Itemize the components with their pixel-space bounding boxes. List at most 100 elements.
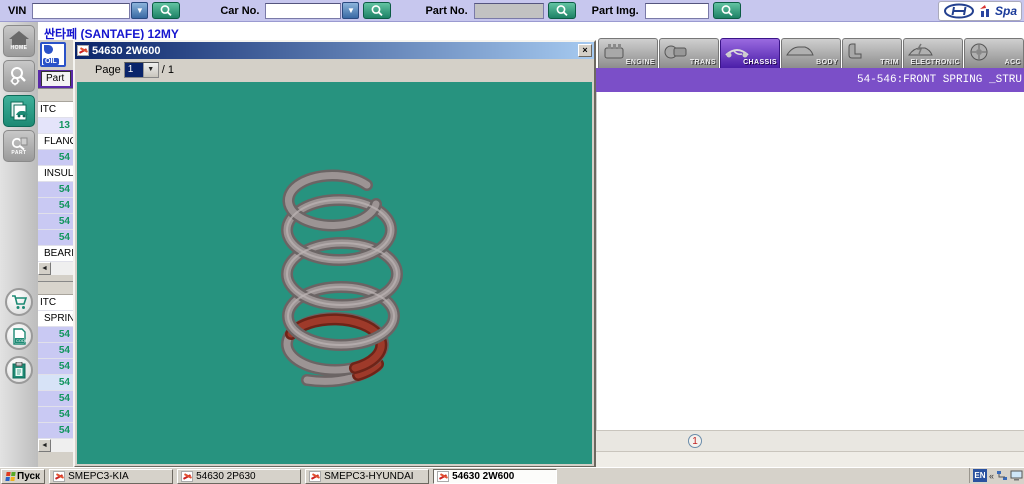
tab-chassis[interactable]: CHASSIS bbox=[720, 38, 780, 68]
horizontal-scrollbar[interactable]: ◄ bbox=[38, 262, 74, 275]
table-row[interactable]: 54 bbox=[38, 391, 74, 407]
right-content-area bbox=[596, 92, 1024, 430]
table-row[interactable]: 54 bbox=[38, 150, 74, 166]
taskbar-task-54630-2p630[interactable]: 54630 2P630 bbox=[177, 469, 301, 484]
home-icon bbox=[9, 31, 29, 45]
parts-panel: OIL Part ITC 13 FLANGE 54 INSUL. 54 54 5… bbox=[38, 40, 74, 467]
tray-collapse-button[interactable]: « bbox=[989, 471, 994, 481]
top-toolbar: VIN ▼ Car No. ▼ Part No. Part Img. bbox=[0, 0, 1024, 22]
table-row[interactable]: 54 bbox=[38, 359, 74, 375]
table-row[interactable]: ITC bbox=[38, 102, 74, 118]
monitor-icon[interactable] bbox=[1010, 470, 1023, 481]
table-row[interactable]: 13 bbox=[38, 118, 74, 134]
oil-icon[interactable]: OIL bbox=[40, 42, 66, 67]
vin-search-button[interactable] bbox=[152, 2, 180, 19]
task-label: SMEPC3-HYUNDAI bbox=[324, 471, 413, 482]
table-row[interactable]: 54 bbox=[38, 198, 74, 214]
page-select[interactable]: 1 ▼ bbox=[124, 62, 159, 78]
table-row[interactable]: FLANGE bbox=[38, 134, 74, 150]
language-indicator[interactable]: EN bbox=[973, 469, 987, 482]
table-row[interactable]: BEARING bbox=[38, 246, 74, 262]
chevron-down-icon[interactable]: ▼ bbox=[143, 63, 158, 77]
epc-logo-icon bbox=[53, 471, 65, 482]
table-row[interactable]: SPRING bbox=[38, 311, 74, 327]
tab-body[interactable]: BODY bbox=[781, 38, 841, 68]
page-indicator-badge[interactable]: 1 bbox=[688, 434, 702, 448]
taskbar-task-smepc3-hyundai[interactable]: SMEPC3-HYUNDAI bbox=[305, 469, 429, 484]
category-tabs: ENGINE TRANS CHASSIS BODY bbox=[598, 38, 1024, 68]
car-no-input[interactable] bbox=[265, 3, 341, 19]
home-button-label: HOME bbox=[11, 45, 28, 51]
epc-logo-icon bbox=[181, 471, 193, 482]
tab-trans[interactable]: TRANS bbox=[659, 38, 719, 68]
cart-icon bbox=[11, 295, 28, 310]
vin-input[interactable] bbox=[32, 3, 130, 19]
part-no-label: Part No. bbox=[425, 5, 467, 17]
horizontal-scrollbar[interactable]: ◄ bbox=[38, 439, 74, 452]
start-button[interactable]: Пуск bbox=[1, 469, 45, 484]
search-icon bbox=[720, 4, 734, 17]
cart-button[interactable] bbox=[5, 288, 33, 316]
taskbar-task-54630-2w600[interactable]: 54630 2W600 bbox=[433, 469, 557, 484]
table-row[interactable]: 54 bbox=[38, 327, 74, 343]
table-row[interactable]: ITC bbox=[38, 295, 74, 311]
engine-icon bbox=[602, 42, 628, 60]
tab-part[interactable]: Part bbox=[41, 71, 71, 86]
search-settings-button[interactable] bbox=[3, 60, 35, 92]
vin-dropdown-button[interactable]: ▼ bbox=[131, 2, 148, 19]
table-row[interactable]: 54 bbox=[38, 407, 74, 423]
tab-label: BODY bbox=[816, 59, 838, 66]
chassis-icon bbox=[724, 42, 750, 60]
oil-label: OIL bbox=[43, 58, 59, 65]
page-total: / 1 bbox=[162, 64, 174, 76]
scroll-track[interactable] bbox=[51, 262, 74, 275]
table-row[interactable]: 54 bbox=[38, 182, 74, 198]
close-button[interactable]: × bbox=[578, 44, 592, 57]
tab-label: CHASSIS bbox=[743, 59, 777, 66]
part-no-search-button[interactable] bbox=[548, 2, 576, 19]
brand-logos: Spa bbox=[938, 1, 1022, 21]
code-button[interactable]: CODE bbox=[5, 322, 33, 350]
tab-label: ACC bbox=[1005, 59, 1021, 66]
table-row[interactable]: 54 bbox=[38, 343, 74, 359]
content-footer bbox=[596, 452, 1024, 467]
popup-titlebar[interactable]: 54630 2W600 × bbox=[75, 42, 594, 59]
table-row[interactable]: 54 bbox=[38, 230, 74, 246]
tab-acc[interactable]: ACC bbox=[964, 38, 1024, 68]
car-no-search-button[interactable] bbox=[363, 2, 391, 19]
car-no-dropdown-button[interactable]: ▼ bbox=[342, 2, 359, 19]
trim-icon bbox=[846, 42, 868, 60]
tab-label: TRIM bbox=[880, 59, 899, 66]
table-header bbox=[38, 282, 74, 295]
scroll-track[interactable] bbox=[51, 439, 74, 452]
table-row[interactable]: 54 bbox=[38, 423, 74, 439]
part-search-button[interactable]: PART bbox=[3, 130, 35, 162]
table-row[interactable]: 54 bbox=[38, 214, 74, 230]
tab-electronic[interactable]: ELECTRONIC bbox=[903, 38, 963, 68]
scroll-left-button[interactable]: ◄ bbox=[38, 262, 51, 275]
page-label: Page bbox=[95, 64, 121, 76]
popup-page-bar: Page 1 ▼ / 1 bbox=[75, 59, 594, 80]
tab-engine[interactable]: ENGINE bbox=[598, 38, 658, 68]
scroll-left-button[interactable]: ◄ bbox=[38, 439, 51, 452]
clipboard-button[interactable] bbox=[5, 356, 33, 384]
table-row[interactable]: 54 bbox=[38, 375, 74, 391]
home-button[interactable]: HOME bbox=[3, 25, 35, 57]
part-img-search-button[interactable] bbox=[713, 2, 741, 19]
table-row[interactable]: INSUL. bbox=[38, 166, 74, 182]
page-indicator-strip: 1 bbox=[596, 430, 1024, 452]
catalog-button[interactable] bbox=[3, 95, 35, 127]
network-icon[interactable] bbox=[996, 470, 1008, 481]
body-icon bbox=[785, 42, 815, 60]
part-no-input[interactable] bbox=[474, 3, 544, 19]
taskbar: Пуск SMEPC3-KIA 54630 2P630 SMEPC3-HYUND… bbox=[0, 467, 1024, 484]
search-gear-icon bbox=[8, 65, 30, 87]
tab-trim[interactable]: TRIM bbox=[842, 38, 902, 68]
epc-logo-icon bbox=[77, 45, 89, 56]
table-header bbox=[38, 89, 74, 102]
popup-title: 54630 2W600 bbox=[92, 45, 578, 57]
part-img-input[interactable] bbox=[645, 3, 709, 19]
taskbar-task-smepc3-kia[interactable]: SMEPC3-KIA bbox=[49, 469, 173, 484]
tab-label: TRANS bbox=[690, 59, 716, 66]
part-image-canvas[interactable] bbox=[77, 82, 592, 464]
